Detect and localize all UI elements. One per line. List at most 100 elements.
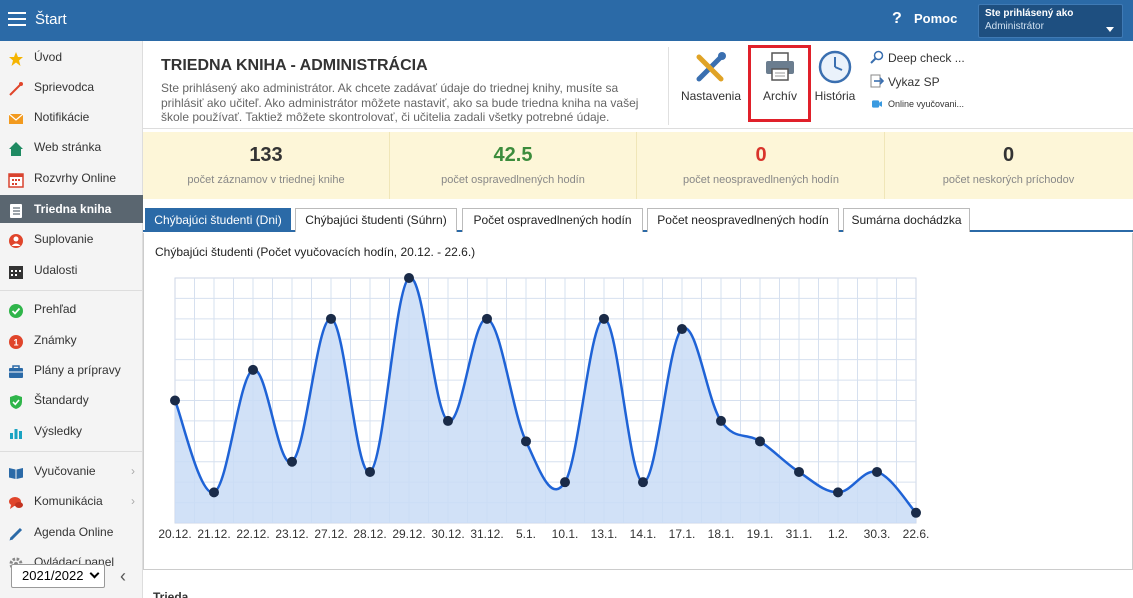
data-point[interactable] [287, 456, 297, 467]
sidebar-item-label: Triedna kniha [34, 202, 112, 216]
shield-check-icon [8, 392, 24, 409]
sidebar-item-label: Vyučovanie [34, 464, 96, 478]
data-point[interactable] [560, 477, 570, 488]
sidebar-item-triedna-kniha[interactable]: Triedna kniha [0, 195, 143, 223]
data-point[interactable] [677, 324, 687, 335]
collapse-sidebar-icon[interactable]: ‹ [120, 566, 126, 587]
sidebar-item-rozvrhy[interactable]: Rozvrhy Online [0, 164, 143, 192]
envelope-icon [8, 109, 24, 125]
sidebar-item-sprievodca[interactable]: Sprievodca [0, 73, 143, 101]
data-point[interactable] [482, 313, 492, 324]
tab-chybajuci-dni[interactable]: Chýbajúci študenti (Dni) [145, 208, 291, 232]
tab-sumarna-dochadzka[interactable]: Sumárna dochádzka [843, 208, 970, 232]
menu-icon[interactable] [8, 12, 26, 26]
sidebar-item-web-stranka[interactable]: Web stránka [0, 133, 143, 161]
user-menu[interactable]: Ste prihlásený ako Administrátor [978, 4, 1123, 38]
x-tick-label: 14.1. [630, 527, 657, 541]
sidebar-item-standardy[interactable]: Štandardy [0, 386, 143, 414]
data-point[interactable] [404, 273, 414, 283]
x-tick-label: 22.6. [903, 527, 930, 541]
sidebar-item-komunikacia[interactable]: Komunikácia › [0, 487, 143, 515]
sidebar-item-vysledky[interactable]: Výsledky [0, 417, 143, 445]
x-tick-label: 13.1. [591, 527, 618, 541]
nastavenia-button[interactable]: Nastavenia [678, 49, 744, 103]
chevron-right-icon: › [131, 464, 135, 478]
data-point[interactable] [638, 477, 648, 488]
magnifier-icon [870, 50, 884, 64]
data-point[interactable] [872, 466, 882, 477]
stat-zaznamy: 133 počet záznamov v triednej knihe [143, 132, 390, 199]
x-tick-label: 31.12. [470, 527, 503, 541]
tab-neospravedlnene[interactable]: Počet neospravedlnených hodín [647, 208, 839, 232]
star-icon [8, 49, 24, 66]
online-vyucovanie-button[interactable]: Online vyučovani... [870, 99, 964, 109]
sidebar-item-label: Štandardy [34, 393, 89, 407]
home-icon [8, 139, 24, 156]
sidebar-item-notifikacie[interactable]: Notifikácie [0, 103, 143, 131]
sidebar-item-uvod[interactable]: Úvod [0, 43, 143, 71]
data-point[interactable] [911, 507, 921, 518]
absence-chart: 20.12. 21.12. 22.12. 23.12. 27.12. 28.12. 29.1… [158, 273, 930, 541]
data-point[interactable] [326, 313, 336, 324]
help-icon[interactable]: ? [892, 10, 902, 28]
data-point[interactable] [248, 364, 258, 375]
data-point[interactable] [209, 487, 219, 498]
historia-button[interactable]: História [802, 49, 868, 103]
sidebar-item-agenda[interactable]: Agenda Online [0, 518, 143, 546]
sidebar-item-label: Prehľad [34, 302, 77, 316]
sidebar-item-label: Suplovanie [34, 232, 94, 246]
app-title[interactable]: Štart [35, 11, 67, 28]
sidebar-item-prehlad[interactable]: Prehľad [0, 295, 143, 323]
stats-strip: 133 počet záznamov v triednej knihe 42.5… [143, 132, 1133, 199]
stat-label: počet ospravedlnených hodín [441, 174, 585, 186]
tab-chybajuci-suhrn[interactable]: Chýbajúci študenti (Súhrn) [295, 208, 457, 232]
stat-ospravedlnene: 42.5 počet ospravedlnených hodín [390, 132, 637, 199]
x-tick-label: 10.1. [552, 527, 579, 541]
data-point[interactable] [599, 313, 609, 324]
data-point[interactable] [365, 466, 375, 477]
data-point[interactable] [716, 415, 726, 426]
data-point[interactable] [833, 487, 843, 498]
sidebar-item-vyucovanie[interactable]: Vyučovanie › [0, 457, 143, 485]
sidebar-item-label: Udalosti [34, 263, 78, 277]
x-tick-label: 22.12. [236, 527, 269, 541]
deep-check-button[interactable]: Deep check ... [870, 50, 965, 65]
sidebar-item-suplovanie[interactable]: Suplovanie [0, 225, 143, 253]
online-vyucovanie-label: Online vyučovani... [888, 99, 965, 109]
sidebar-item-udalosti[interactable]: Udalosti [0, 256, 143, 284]
x-tick-label: 23.12. [275, 527, 308, 541]
vykaz-sp-label: Vykaz SP [888, 75, 940, 89]
section-heading: Trieda [153, 590, 189, 598]
sidebar-item-label: Agenda Online [34, 525, 114, 539]
sidebar-item-plany[interactable]: Plány a prípravy [0, 356, 143, 384]
sidebar-item-label: Známky [34, 333, 77, 347]
svg-text:1: 1 [13, 338, 18, 348]
data-point[interactable] [521, 436, 531, 447]
data-point[interactable] [794, 466, 804, 477]
help-link[interactable]: Pomoc [914, 11, 957, 26]
x-tick-label: 17.1. [669, 527, 696, 541]
book-icon [8, 201, 24, 218]
data-point[interactable] [755, 436, 765, 447]
x-tick-label: 29.12. [392, 527, 425, 541]
grades-icon: 1 [8, 332, 24, 349]
x-tick-label: 31.1. [786, 527, 813, 541]
school-year-select[interactable]: 2021/2022 [11, 564, 105, 588]
tab-ospravedlnene[interactable]: Počet ospravedlnených hodín [462, 208, 643, 232]
data-point[interactable] [443, 415, 453, 426]
sidebar-item-label: Plány a prípravy [34, 363, 121, 377]
x-tick-label: 19.1. [747, 527, 774, 541]
vykaz-sp-button[interactable]: Vykaz SP [870, 74, 940, 89]
sidebar-item-label: Úvod [34, 50, 63, 64]
wand-icon [8, 79, 24, 96]
stat-label: počet záznamov v triednej knihe [187, 174, 345, 186]
data-point[interactable] [170, 395, 180, 406]
x-tick-label: 1.2. [828, 527, 848, 541]
stat-neskore-prichody: 0 počet neskorých príchodov [885, 132, 1132, 199]
user-role: Administrátor [985, 21, 1044, 32]
deep-check-label: Deep check ... [888, 51, 965, 65]
sidebar-item-znamky[interactable]: 1 Známky [0, 326, 143, 354]
page-header: TRIEDNA KNIHA - ADMINISTRÁCIA Ste prihlá… [143, 41, 1133, 129]
clock-icon [818, 50, 852, 84]
stat-label: počet neskorých príchodov [942, 174, 1075, 186]
